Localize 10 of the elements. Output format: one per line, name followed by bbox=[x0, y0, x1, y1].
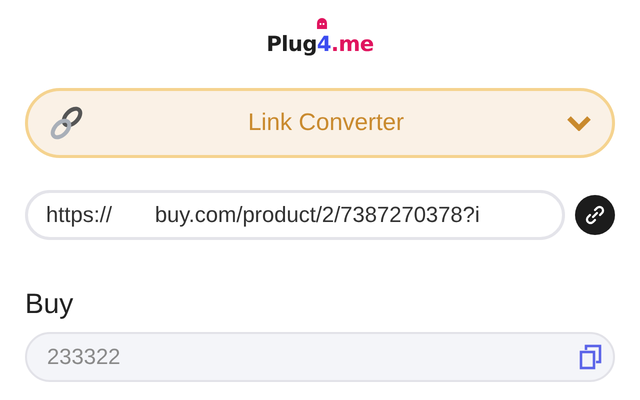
converter-title: Link Converter bbox=[246, 109, 406, 137]
copy-icon[interactable] bbox=[579, 344, 603, 370]
output-label: Buy bbox=[25, 288, 74, 320]
link-icon bbox=[584, 204, 606, 226]
output-field[interactable]: 233322 bbox=[25, 332, 615, 382]
logo: Plug4.me bbox=[266, 32, 374, 56]
url-field[interactable]: https:// buy.com/product/2/7387270378?i bbox=[25, 190, 565, 240]
chevron-icon bbox=[566, 115, 592, 131]
convert-button[interactable] bbox=[575, 195, 615, 235]
ghost-icon bbox=[316, 18, 328, 29]
